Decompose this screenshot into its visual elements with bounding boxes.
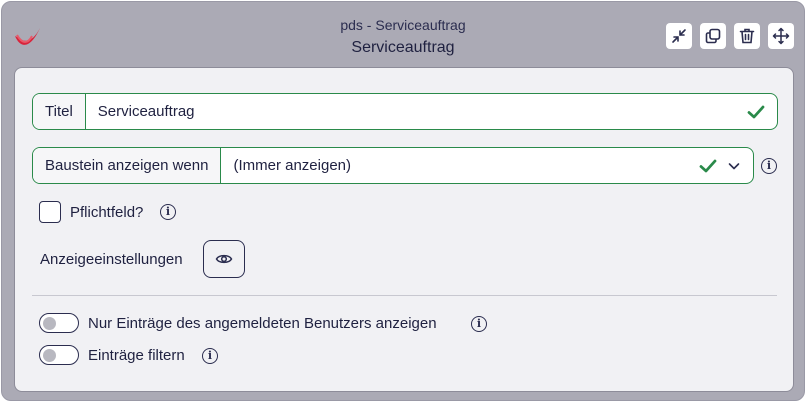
required-checkbox[interactable] <box>39 201 61 223</box>
filter-entries-toggle[interactable] <box>39 345 79 365</box>
title-field-icons <box>747 94 777 129</box>
required-info-icon[interactable]: i <box>160 204 176 220</box>
own-entries-info-icon[interactable]: i <box>471 316 487 332</box>
minimize-icon <box>672 29 686 43</box>
own-entries-label: Nur Einträge des angemeldeten Benutzers … <box>88 315 437 332</box>
title-input[interactable]: Serviceauftrag <box>86 94 747 129</box>
display-settings-button[interactable] <box>203 240 245 278</box>
move-icon <box>772 27 790 45</box>
minimize-button[interactable] <box>666 23 692 49</box>
eye-icon <box>215 254 233 264</box>
delete-button[interactable] <box>734 23 760 49</box>
required-label: Pflichtfeld? <box>70 204 144 221</box>
display-settings-label: Anzeigeeinstellungen <box>40 251 183 268</box>
filter-entries-info-icon[interactable]: i <box>202 348 218 364</box>
settings-card: Titel Serviceauftrag Baustein anzeigen w… <box>14 67 794 392</box>
own-entries-toggle[interactable] <box>39 313 79 333</box>
filter-entries-label: Einträge filtern <box>88 347 185 364</box>
show-when-icons <box>699 148 753 183</box>
move-button[interactable] <box>768 23 794 49</box>
window: pds - Serviceauftrag Serviceauftrag Tite… <box>1 1 805 401</box>
title-field[interactable]: Titel Serviceauftrag <box>32 93 778 130</box>
show-when-info-icon[interactable]: i <box>761 158 777 174</box>
trash-icon <box>739 28 755 44</box>
show-when-select[interactable]: Baustein anzeigen wenn (Immer anzeigen) <box>32 147 754 184</box>
duplicate-button[interactable] <box>700 23 726 49</box>
check-icon <box>747 103 765 121</box>
show-when-value[interactable]: (Immer anzeigen) <box>221 148 699 183</box>
toolbar <box>666 23 794 49</box>
check-icon <box>699 157 717 175</box>
chevron-down-icon[interactable] <box>727 159 741 173</box>
duplicate-icon <box>705 28 721 44</box>
show-when-label: Baustein anzeigen wenn <box>33 148 222 183</box>
divider <box>32 295 777 296</box>
title-field-label: Titel <box>33 94 86 129</box>
